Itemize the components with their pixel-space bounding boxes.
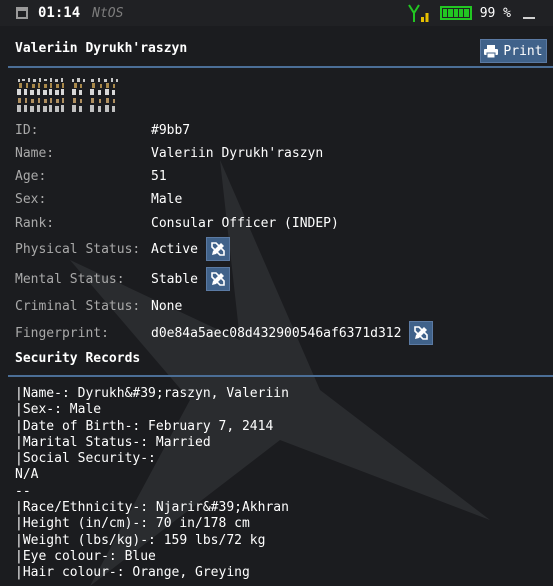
field-label: Age: — [15, 168, 47, 184]
field-value-wrap: d0e84a5aec08d432900546af6371d312 — [151, 321, 434, 345]
printer-icon — [484, 44, 499, 58]
record-line: -- — [15, 483, 31, 499]
field-value: Stable — [151, 271, 198, 287]
edit-mental-status-button[interactable] — [205, 267, 230, 291]
section-divider — [8, 375, 553, 377]
record-line: |Height (in/cm)-: 70 in/178 cm — [15, 516, 250, 532]
os-name: NtOS — [92, 5, 124, 21]
signal-icon — [407, 4, 429, 22]
record-line: |Eye colour-: Blue — [15, 548, 156, 564]
field-label: Rank: — [15, 215, 55, 231]
field-label: Sex: — [15, 191, 47, 207]
field-value: 51 — [151, 168, 167, 184]
pencil-ruler-icon — [414, 326, 429, 340]
record-line: |Name-: Dyrukh&#39;raszyn, Valeriin — [15, 386, 289, 401]
field-value: #9bb7 — [151, 122, 191, 138]
status-bar: 01:14 NtOS 99 % — [0, 0, 553, 26]
pencil-ruler-icon — [211, 272, 225, 286]
record-line: |Weight (lbs/kg)-: 159 lbs/72 kg — [15, 532, 266, 548]
record-header: Valeriin Dyrukh'raszyn Print — [0, 33, 553, 67]
battery-percent: 99 % — [479, 5, 511, 21]
record-line: N/A — [15, 467, 39, 483]
field-label: Name: — [15, 145, 55, 161]
record-line: |Date of Birth-: February 7, 2414 — [15, 418, 274, 434]
record-line: |Marital Status-: Married — [15, 434, 211, 450]
edit-fingerprint-button[interactable] — [409, 321, 434, 345]
field-value: Active — [151, 241, 198, 257]
edit-physical-status-button[interactable] — [205, 237, 230, 261]
clock-time: 01:14 — [38, 5, 81, 21]
field-value: Male — [151, 191, 183, 207]
print-button[interactable]: Print — [480, 39, 547, 63]
header-divider — [8, 66, 553, 68]
battery-icon — [439, 6, 472, 20]
field-value: None — [151, 298, 183, 314]
field-label: ID: — [15, 122, 39, 138]
status-left: 01:14 NtOS — [0, 5, 123, 21]
field-value: Consular Officer (INDEP) — [151, 215, 339, 231]
record-line: |Sex-: Male — [15, 402, 102, 418]
pencil-ruler-icon — [211, 242, 225, 256]
record-line: |Hair colour-: Orange, Greying — [15, 565, 250, 581]
security-records: |Name-: Dyrukh&#39;raszyn, Valeriin |Sex… — [15, 386, 545, 582]
minimize-icon[interactable] — [523, 17, 535, 19]
character-sprite-photo — [17, 78, 118, 112]
field-label: Criminal Status: — [15, 298, 141, 314]
field-label: Physical Status: — [15, 241, 141, 257]
page-title: Valeriin Dyrukh'raszyn — [15, 41, 188, 56]
calendar-icon — [16, 7, 28, 19]
field-label: Fingerprint: — [15, 325, 109, 341]
field-value: d0e84a5aec08d432900546af6371d312 — [151, 325, 402, 341]
field-value-wrap: Stable — [151, 267, 230, 291]
record-line: |Race/Ethnicity-: Njarir&#39;Akhran — [15, 500, 289, 516]
field-value-wrap: Active — [151, 237, 230, 261]
record-line: |Social Security-: — [15, 451, 156, 467]
section-title: Security Records — [15, 351, 141, 366]
field-value: Valeriin Dyrukh'raszyn — [151, 145, 324, 161]
field-label: Mental Status: — [15, 271, 125, 287]
status-right: 99 % — [407, 0, 535, 26]
print-label: Print — [503, 43, 543, 59]
